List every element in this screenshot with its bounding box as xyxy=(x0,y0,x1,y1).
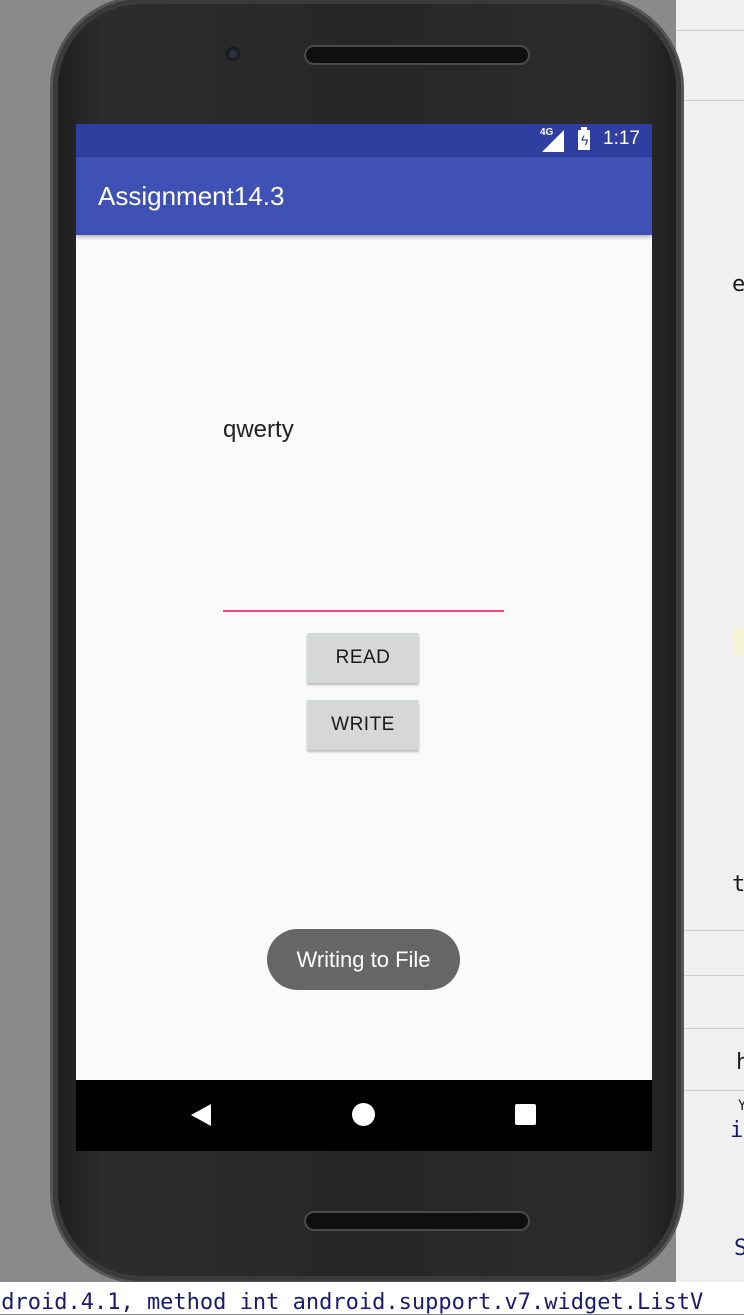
ide-divider xyxy=(676,930,744,931)
navigation-bar xyxy=(76,1080,652,1151)
top-speaker xyxy=(304,45,530,65)
file-content-text: qwerty xyxy=(223,416,294,443)
ide-code-fragment: er xyxy=(732,272,744,297)
ide-background xyxy=(676,0,744,1314)
ide-code-fragment: h xyxy=(736,1050,744,1075)
back-icon[interactable] xyxy=(191,1104,211,1126)
write-button[interactable]: WRITE xyxy=(307,700,419,750)
recent-apps-icon[interactable] xyxy=(515,1104,536,1125)
ide-divider xyxy=(676,1090,744,1091)
text-input-field[interactable] xyxy=(223,564,504,612)
device-screen: 4G ϟ 1:17 Assignment14.3 qwerty READ WRI… xyxy=(76,124,652,1151)
app-title: Assignment14.3 xyxy=(98,181,285,211)
ide-code-fragment: t. xyxy=(732,872,744,897)
ide-code-fragment: Y xyxy=(738,1098,744,1114)
ide-divider xyxy=(676,1028,744,1029)
home-icon[interactable] xyxy=(352,1103,375,1126)
read-button[interactable]: READ xyxy=(307,633,419,683)
ide-divider xyxy=(676,100,744,101)
power-button[interactable] xyxy=(676,546,680,706)
status-bar: 4G ϟ 1:17 xyxy=(76,124,652,157)
battery-charging-icon: ϟ xyxy=(578,127,590,150)
ide-log-line: ndroid.4.1, method int android.support.v… xyxy=(0,1290,704,1315)
ide-code-fragment: S xyxy=(734,1236,744,1261)
ide-code-fragment: ic xyxy=(730,1118,744,1143)
network-type-label: 4G xyxy=(540,127,554,138)
bottom-speaker xyxy=(304,1211,530,1231)
ide-divider xyxy=(676,30,744,31)
front-camera xyxy=(226,47,240,61)
app-bar: Assignment14.3 xyxy=(76,157,652,235)
ide-divider xyxy=(676,975,744,976)
volume-button[interactable] xyxy=(676,416,680,496)
toast-message: Writing to File xyxy=(267,929,460,990)
status-time: 1:17 xyxy=(603,128,640,149)
ide-highlight-line xyxy=(734,628,744,656)
